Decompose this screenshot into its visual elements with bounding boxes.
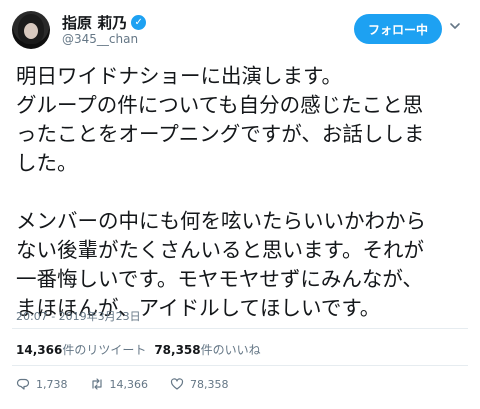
tweet-header: 指原 莉乃 ✓ @345__chan フォロー中 [12, 8, 468, 52]
avatar[interactable] [12, 11, 50, 49]
display-name[interactable]: 指原 莉乃 [62, 12, 127, 33]
like-count: 78,358 [190, 377, 229, 391]
tweet-timestamp[interactable]: 20:07 - 2019年3月23日 [16, 308, 141, 324]
tweet-line: ったことをオープニングですが、お話ししま [16, 122, 425, 146]
likes-label: 件のいいね [200, 343, 261, 357]
tweet-line: メンバーの中にも何を呟いたらいいかわから [16, 209, 426, 233]
tweet-line: 明日ワイドナショーに出演します。 [16, 64, 342, 88]
likes-count: 78,358 [154, 343, 201, 357]
reply-button[interactable]: 1,738 [16, 377, 68, 391]
retweets-label: 件のリツイート [62, 343, 147, 357]
divider [12, 328, 468, 329]
display-name-row[interactable]: 指原 莉乃 ✓ [62, 12, 147, 33]
divider [12, 365, 468, 366]
tweet-line: ない後輩がたくさんいると思います。それが [16, 238, 424, 262]
follow-button[interactable]: フォロー中 [354, 14, 442, 44]
retweet-count: 14,366 [109, 377, 149, 391]
retweet-button[interactable]: 14,366 [90, 377, 149, 391]
like-icon [170, 378, 184, 390]
tweet-line: 一番悔しいです。モヤモヤせずにみんなが、 [16, 267, 423, 291]
tweet-line: グループの件についても自分の感じたこと思 [16, 93, 424, 117]
user-handle[interactable]: @345__chan [62, 32, 138, 46]
tweet-stats: 14,366件のリツイート 78,358件のいいね [16, 341, 261, 358]
verified-icon: ✓ [131, 15, 147, 30]
caret-down-icon[interactable] [448, 18, 462, 32]
avatar-face [24, 23, 38, 39]
likes-stat[interactable]: 78,358件のいいね [154, 341, 260, 358]
retweets-count: 14,366 [16, 343, 63, 357]
tweet-line-blank [16, 178, 472, 207]
tweet-line: した。 [16, 151, 78, 175]
tweet-text: 明日ワイドナショーに出演します。 グループの件についても自分の感じたこと思 った… [16, 62, 472, 323]
reply-count: 1,738 [36, 377, 68, 391]
reply-icon [16, 378, 30, 390]
tweet-actions: 1,738 14,366 78,358 [16, 377, 251, 391]
like-button[interactable]: 78,358 [170, 377, 229, 391]
retweets-stat[interactable]: 14,366件のリツイート [16, 341, 146, 358]
retweet-icon [91, 378, 102, 390]
